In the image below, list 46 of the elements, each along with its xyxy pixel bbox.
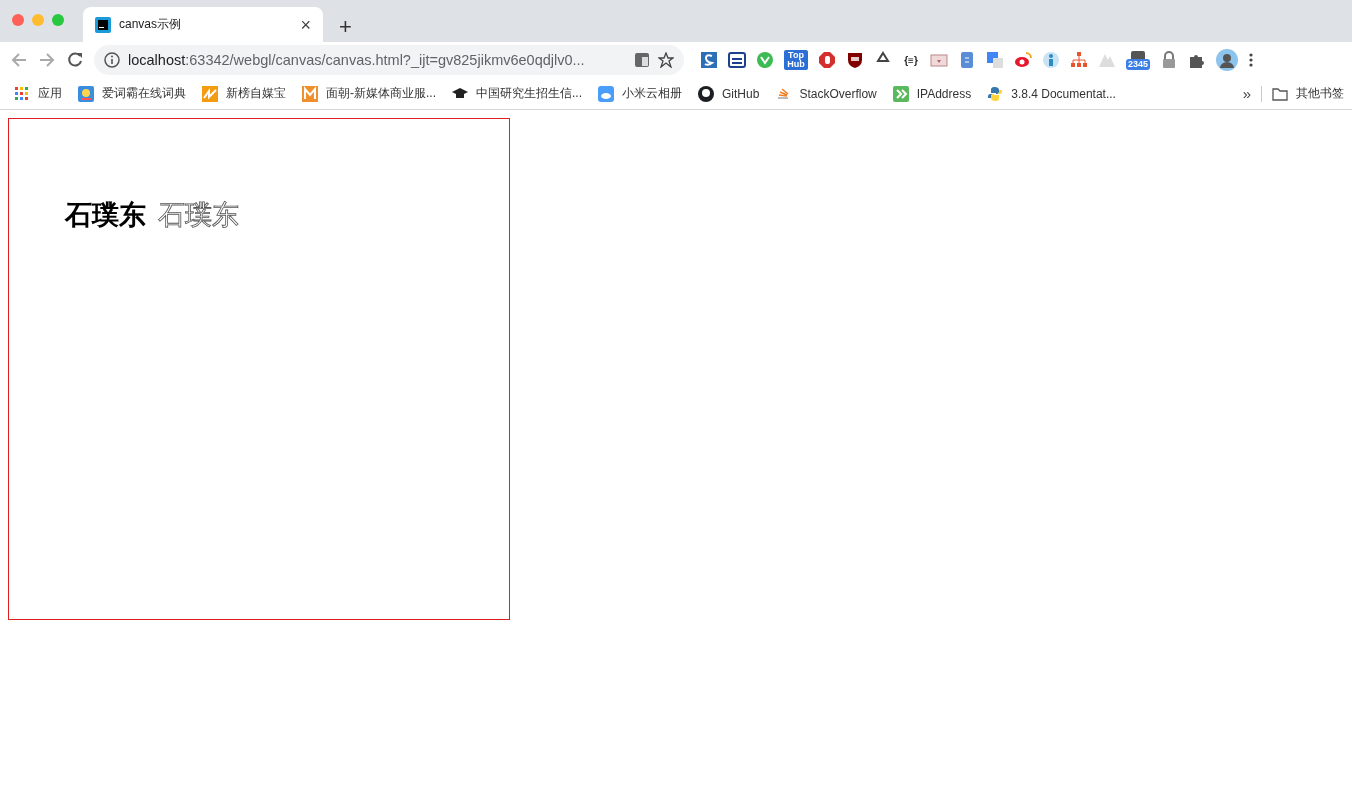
translate-icon[interactable] [634, 52, 650, 68]
shield-icon[interactable] [846, 51, 864, 69]
browser-tab[interactable]: canvas示例 × [83, 7, 323, 42]
tree-diagram-icon[interactable] [1070, 51, 1088, 69]
info-icon [104, 52, 120, 68]
reload-icon[interactable] [66, 51, 84, 69]
other-bookmarks-folder[interactable]: 其他书签 [1272, 85, 1344, 102]
bookmark-item[interactable]: 小米云相册 [598, 85, 682, 102]
filled-text: 石璞东 [65, 199, 146, 232]
bookmark-item[interactable]: 面朝-新媒体商业服... [302, 85, 436, 102]
s-logo-icon[interactable] [700, 51, 718, 69]
top-hub-icon[interactable]: Top Hub [784, 50, 808, 70]
cloud-icon [598, 85, 614, 102]
bookmark-item[interactable]: 应用 [14, 85, 62, 102]
dictionary-icon [78, 85, 94, 102]
extension-badge: 2345 [1126, 58, 1151, 70]
outlined-text: 石璞东 [158, 199, 239, 232]
document-icon[interactable] [958, 51, 976, 69]
window-icon[interactable] [728, 51, 746, 69]
folder-icon [1272, 86, 1288, 101]
folder-icon[interactable] [930, 51, 948, 69]
close-tab-button[interactable]: × [298, 15, 313, 34]
translate-icon[interactable] [986, 51, 1004, 69]
bookmark-item[interactable]: IPAddress [892, 85, 972, 102]
bookmark-item[interactable]: GitHub [698, 85, 760, 102]
apps-grid-icon [14, 85, 30, 102]
chevrons-icon [892, 85, 909, 102]
more-menu-icon[interactable] [1248, 51, 1255, 69]
zigzag-icon [202, 85, 218, 102]
python-icon [987, 85, 1004, 102]
star-icon[interactable] [658, 52, 674, 68]
bookmark-item[interactable]: 爱词霸在线词典 [78, 85, 186, 102]
m-logo-icon [302, 85, 318, 102]
bookmark-item[interactable]: 中国研究生招生信... [452, 85, 582, 102]
url-text: localhost:63342/webgl/canvas/canvas.html?_ijt=gv825jikmv6e0qdjlv0... [128, 52, 586, 68]
address-bar[interactable]: localhost:63342/webgl/canvas/canvas.html?_ijt=gv825jikmv6e0qdjlv0... [94, 45, 684, 75]
avatar-icon[interactable] [1216, 49, 1239, 71]
github-icon [698, 85, 714, 102]
bookmark-item[interactable]: 新榜自媒宝 [202, 85, 286, 102]
new-tab-button[interactable]: + [335, 16, 356, 38]
bookmark-item[interactable]: StackOverflow [775, 85, 877, 102]
bookmarks-overflow-button[interactable]: » [1234, 85, 1259, 102]
tab-title: canvas示例 [119, 16, 183, 33]
v-logo-icon[interactable] [756, 51, 774, 69]
bookmark-item[interactable]: 3.8.4 Documentat... [987, 85, 1116, 102]
braces-icon[interactable]: {≡} [904, 54, 918, 66]
